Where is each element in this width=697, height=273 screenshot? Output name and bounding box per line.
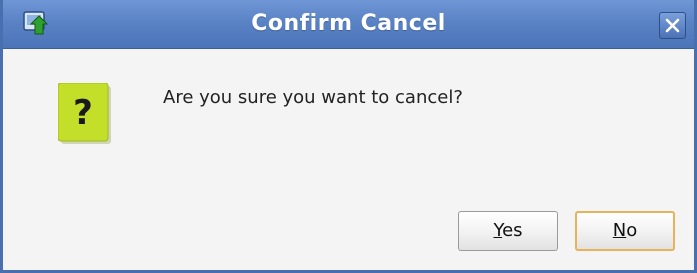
close-button[interactable] [659, 12, 686, 39]
dialog-body: ? Are you sure you want to cancel? Yes N… [3, 49, 694, 270]
question-glyph: ? [73, 93, 93, 133]
no-label-rest: o [626, 220, 638, 241]
title-bar[interactable]: Confirm Cancel [3, 0, 694, 49]
question-icon: ? [57, 82, 113, 145]
close-icon [665, 18, 680, 33]
message-text: Are you sure you want to cancel? [163, 87, 463, 108]
no-button[interactable]: No [575, 211, 675, 251]
yes-button[interactable]: Yes [458, 211, 558, 251]
confirm-dialog: Confirm Cancel ? Are you sure you want t… [0, 0, 697, 273]
no-mnemonic: N [612, 220, 627, 241]
yes-label-rest: es [502, 220, 523, 241]
yes-mnemonic: Y [493, 220, 503, 241]
dialog-title: Confirm Cancel [251, 11, 446, 36]
